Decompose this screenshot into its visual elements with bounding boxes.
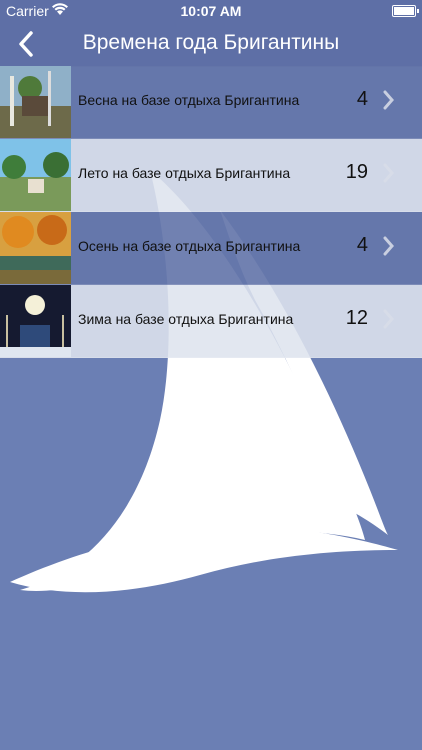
navigation-bar: Времена года Бригантины <box>0 22 422 67</box>
winter-photo-icon <box>0 285 71 357</box>
list-item-label: Осень на базе отдыха Бригантина <box>78 238 301 254</box>
list-item-label: Весна на базе отдыха Бригантина <box>78 92 300 108</box>
list-item-summer[interactable]: Лето на базе отдыха Бригантина 19 <box>0 139 422 212</box>
chevron-right-icon <box>383 309 394 329</box>
list-item-spring[interactable]: Весна на базе отдыха Бригантина 4 <box>0 66 422 139</box>
photo-count: 4 <box>356 88 368 110</box>
status-bar: Carrier 10:07 AM <box>0 0 422 22</box>
list-item-label: Зима на базе отдыха Бригантина <box>78 311 294 327</box>
list-item-winter[interactable]: Зима на базе отдыха Бригантина 12 <box>0 285 422 358</box>
chevron-right-icon <box>383 163 394 183</box>
photo-count: 19 <box>345 161 368 183</box>
summer-photo-icon <box>0 139 71 211</box>
spring-photo-icon <box>0 66 71 138</box>
autumn-photo-icon <box>0 212 71 284</box>
list-item-autumn[interactable]: Осень на базе отдыха Бригантина 4 <box>0 212 422 285</box>
seasons-list: Весна на базе отдыха Бригантина 4 Лето н… <box>0 66 422 358</box>
clock: 10:07 AM <box>180 3 242 19</box>
chevron-right-icon <box>383 236 394 256</box>
photo-count: 4 <box>356 234 368 256</box>
photo-count: 12 <box>345 307 368 329</box>
list-item-label: Лето на базе отдыха Бригантина <box>78 165 291 181</box>
battery-icon <box>392 5 419 17</box>
page-title: Времена года Бригантины <box>82 31 340 54</box>
chevron-right-icon <box>383 90 394 110</box>
